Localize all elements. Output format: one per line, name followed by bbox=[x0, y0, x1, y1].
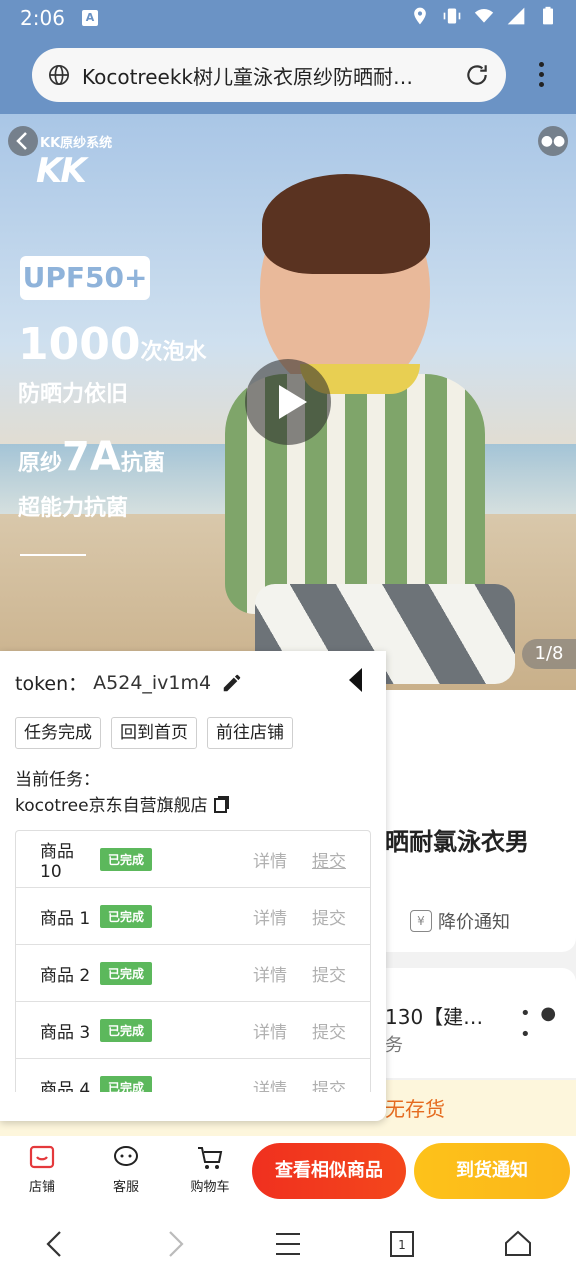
nav-menu-button[interactable] bbox=[268, 1224, 308, 1264]
task-row: 商品 2 已完成 详情 提交 bbox=[16, 945, 370, 1002]
back-button[interactable] bbox=[8, 126, 38, 156]
svg-text:1: 1 bbox=[398, 1238, 406, 1252]
submit-link[interactable]: 提交 bbox=[312, 904, 346, 929]
token-row: token： A524_iv1m4 bbox=[15, 669, 243, 696]
task-name: 商品 10 bbox=[40, 841, 74, 882]
task-list[interactable]: 商品 10 已完成 详情 提交 商品 1 已完成 详情 提交 商品 2 已完成 … bbox=[15, 830, 371, 1092]
submit-link[interactable]: 提交 bbox=[312, 1018, 346, 1043]
price-tag-icon: ¥ bbox=[410, 910, 432, 932]
reload-icon[interactable] bbox=[464, 62, 490, 88]
status-badge: 已完成 bbox=[100, 847, 153, 871]
nav-home-button[interactable] bbox=[498, 1224, 538, 1264]
current-task-label: 当前任务： bbox=[15, 770, 100, 790]
url-bar[interactable]: Kocotreekk树儿童泳衣原纱防晒耐… bbox=[32, 48, 506, 102]
arrival-notice-button[interactable]: 到货通知 bbox=[414, 1143, 570, 1199]
hamburger-icon bbox=[276, 1233, 300, 1255]
status-badge: 已完成 bbox=[100, 1018, 153, 1042]
play-icon bbox=[279, 385, 307, 419]
vibrate-icon bbox=[443, 8, 461, 24]
view-similar-button[interactable]: 查看相似商品 bbox=[252, 1143, 406, 1199]
edit-icon[interactable] bbox=[221, 672, 243, 694]
url-title: Kocotreekk树儿童泳衣原纱防晒耐… bbox=[82, 64, 413, 89]
stock-status: 无存货 bbox=[385, 1097, 445, 1121]
token-label: token： bbox=[15, 673, 88, 695]
copy-icon[interactable] bbox=[212, 794, 232, 814]
detail-link[interactable]: 详情 bbox=[253, 847, 287, 872]
detail-link[interactable]: 详情 bbox=[253, 961, 287, 986]
location-icon bbox=[414, 7, 426, 25]
go-to-store-button[interactable]: 前往店铺 bbox=[207, 717, 293, 749]
task-row: 商品 3 已完成 详情 提交 bbox=[16, 1002, 370, 1059]
submit-link[interactable]: 提交 bbox=[312, 847, 346, 872]
nav-forward-button[interactable] bbox=[154, 1224, 194, 1264]
image-counter: 1/8 bbox=[522, 639, 576, 669]
promo-line-2: 防晒力依旧 bbox=[18, 382, 129, 407]
overlay-button-row: 任务完成 回到首页 前往店铺 bbox=[15, 717, 293, 749]
signal-icon bbox=[507, 7, 525, 25]
shop-icon bbox=[29, 1145, 55, 1169]
status-badge: 已完成 bbox=[100, 904, 153, 928]
wifi-icon bbox=[474, 9, 494, 23]
token-value: A524_iv1m4 bbox=[93, 671, 212, 694]
app-notification-icon: A bbox=[82, 10, 98, 26]
promo-line-4: 超能力抗菌 bbox=[18, 496, 129, 521]
chat-icon bbox=[114, 1146, 138, 1166]
more-dots-icon[interactable]: • ● • bbox=[520, 1003, 576, 1045]
chevron-left-icon bbox=[16, 132, 27, 150]
tabs-icon: 1 bbox=[390, 1231, 414, 1257]
status-time: 2:06 bbox=[20, 6, 65, 30]
chevron-left-icon bbox=[46, 1231, 61, 1257]
task-row: 商品 1 已完成 详情 提交 bbox=[16, 888, 370, 945]
detail-link[interactable]: 详情 bbox=[253, 904, 287, 929]
play-video-button[interactable] bbox=[245, 359, 331, 445]
task-name: 商品 2 bbox=[40, 965, 91, 986]
promo-line-1: 1000次泡水 bbox=[18, 319, 207, 370]
spec-selection: 130【建… bbox=[385, 1005, 484, 1029]
product-image-carousel[interactable]: KK原纱系统 KK UPF50+ 1000次泡水 防晒力依旧 原纱7A抗菌 超能… bbox=[0, 114, 576, 690]
globe-icon bbox=[49, 65, 69, 85]
status-icons bbox=[410, 6, 558, 26]
collapse-panel-icon[interactable] bbox=[346, 665, 366, 695]
battery-icon bbox=[543, 6, 553, 25]
browser-top-bar: 2:06 A Kocotreekk树儿童泳衣原纱防晒耐… bbox=[0, 0, 576, 114]
task-row: 商品 10 已完成 详情 提交 bbox=[16, 831, 370, 888]
nav-back-button[interactable] bbox=[36, 1224, 76, 1264]
task-row: 商品 4 已完成 详情 提交 bbox=[16, 1059, 370, 1092]
task-overlay-panel: token： A524_iv1m4 任务完成 回到首页 前往店铺 当前任务： k… bbox=[0, 651, 386, 1121]
detail-link[interactable]: 详情 bbox=[253, 1075, 287, 1093]
submit-link[interactable]: 提交 bbox=[312, 1075, 346, 1093]
chevron-right-icon bbox=[169, 1231, 184, 1257]
customer-service-button[interactable]: 客服 bbox=[96, 1140, 156, 1195]
more-options-button[interactable]: ●● bbox=[538, 126, 568, 156]
promo-line-3: 原纱7A抗菌 bbox=[18, 434, 165, 480]
cart-icon bbox=[198, 1147, 223, 1169]
divider bbox=[20, 554, 86, 556]
price-notice-button[interactable]: ¥ 降价通知 bbox=[410, 908, 510, 934]
status-badge: 已完成 bbox=[100, 1075, 153, 1092]
cart-button[interactable]: 购物车 bbox=[180, 1140, 240, 1195]
task-name: 商品 3 bbox=[40, 1022, 91, 1043]
home-icon bbox=[505, 1230, 531, 1256]
current-task: kocotree京东自营旗舰店 bbox=[15, 791, 232, 816]
product-title: 晒耐氯泳衣男 bbox=[385, 828, 529, 856]
submit-link[interactable]: 提交 bbox=[312, 961, 346, 986]
task-complete-button[interactable]: 任务完成 bbox=[15, 717, 101, 749]
task-name: 商品 4 bbox=[40, 1079, 91, 1093]
status-badge: 已完成 bbox=[100, 961, 153, 985]
spec-service: 务 bbox=[385, 1035, 403, 1056]
nav-tabs-button[interactable]: 1 bbox=[382, 1224, 422, 1264]
baby-hair bbox=[262, 174, 430, 274]
browser-menu-icon[interactable] bbox=[536, 62, 546, 88]
upf-badge: UPF50+ bbox=[20, 256, 150, 300]
task-name: 商品 1 bbox=[40, 908, 91, 929]
back-home-button[interactable]: 回到首页 bbox=[111, 717, 197, 749]
detail-link[interactable]: 详情 bbox=[253, 1018, 287, 1043]
shop-button[interactable]: 店铺 bbox=[12, 1140, 72, 1195]
